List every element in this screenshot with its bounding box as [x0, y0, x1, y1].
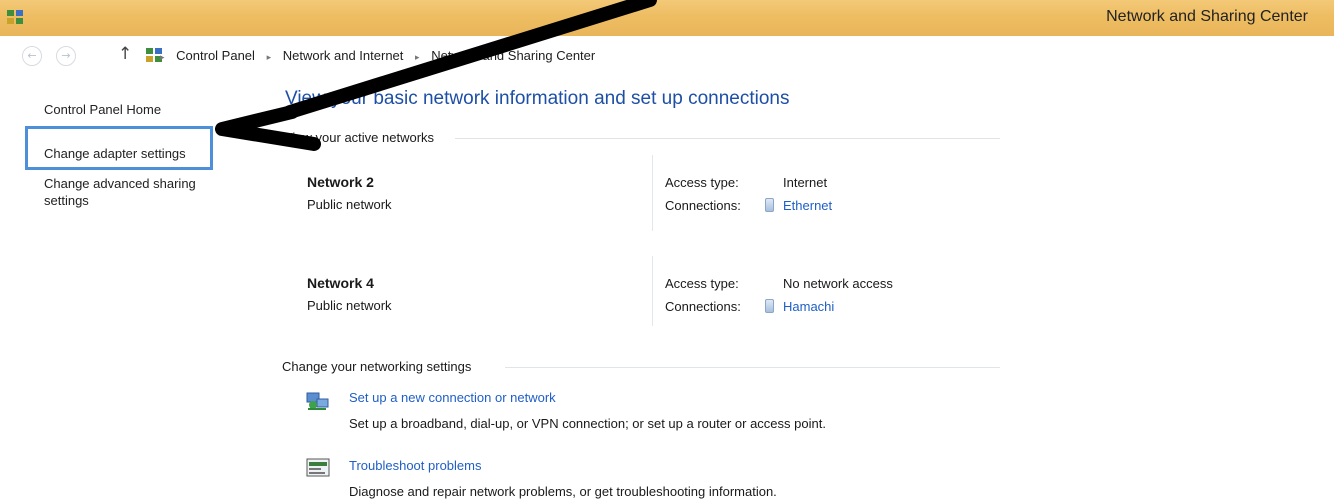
breadcrumb-network-internet[interactable]: Network and Internet [283, 48, 404, 63]
access-type-label: Access type: [665, 276, 739, 291]
active-networks-heading: View your active networks [284, 130, 435, 145]
network-category[interactable]: Public network [307, 197, 392, 212]
up-button[interactable]: ↑ [118, 44, 132, 64]
network-name[interactable]: Network 4 [307, 275, 374, 291]
breadcrumb-control-panel[interactable]: Control Panel [176, 48, 255, 63]
section-divider [505, 367, 1000, 368]
back-button[interactable]: ← [22, 46, 42, 66]
control-panel-icon [7, 10, 23, 24]
ethernet-adapter-icon [765, 198, 774, 212]
breadcrumb-separator: ▸ [266, 52, 272, 62]
sidebar-item-control-panel-home[interactable]: Control Panel Home [44, 101, 161, 118]
window-title: Network and Sharing Center [1106, 8, 1308, 25]
access-type-value: Internet [783, 175, 828, 190]
setup-connection-description: Set up a broadband, dial-up, or VPN conn… [349, 416, 826, 431]
network-name[interactable]: Network 2 [307, 174, 374, 190]
breadcrumb-network-sharing-center[interactable]: Network and Sharing Center [431, 48, 595, 63]
network-setup-icon [306, 392, 329, 410]
page-title: View your basic network information and … [285, 88, 790, 109]
access-type-label: Access type: [665, 175, 739, 190]
settings-heading: Change your networking settings [282, 359, 472, 374]
column-divider [652, 256, 653, 326]
connection-link[interactable]: Hamachi [783, 299, 834, 314]
troubleshoot-link[interactable]: Troubleshoot problems [349, 458, 481, 473]
breadcrumb-separator: ▸ [415, 52, 420, 62]
hamachi-adapter-icon [765, 299, 774, 313]
setup-connection-link[interactable]: Set up a new connection or network [349, 390, 556, 405]
section-divider [455, 138, 1000, 139]
access-type-value: No network access [783, 276, 893, 291]
column-divider [652, 155, 653, 231]
sidebar-item-change-advanced-sharing[interactable]: Change advanced sharing settings [44, 175, 224, 209]
network-category[interactable]: Public network [307, 298, 392, 313]
title-bar: Network and Sharing Center [0, 0, 1334, 36]
troubleshoot-description: Diagnose and repair network problems, or… [349, 484, 777, 499]
sidebar-item-change-adapter-settings[interactable]: Change adapter settings [44, 145, 186, 162]
address-bar: ← → ↑ ▸ Control Panel ▸ Network and Inte… [0, 36, 1334, 76]
connection-link[interactable]: Ethernet [783, 198, 832, 213]
connections-label: Connections: [665, 198, 741, 213]
breadcrumb-separator: ▸ [160, 52, 165, 62]
connections-label: Connections: [665, 299, 741, 314]
troubleshoot-icon [306, 458, 330, 477]
breadcrumb: ▸ Control Panel ▸ Network and Internet ▸… [160, 48, 595, 63]
forward-button[interactable]: → [56, 46, 76, 66]
